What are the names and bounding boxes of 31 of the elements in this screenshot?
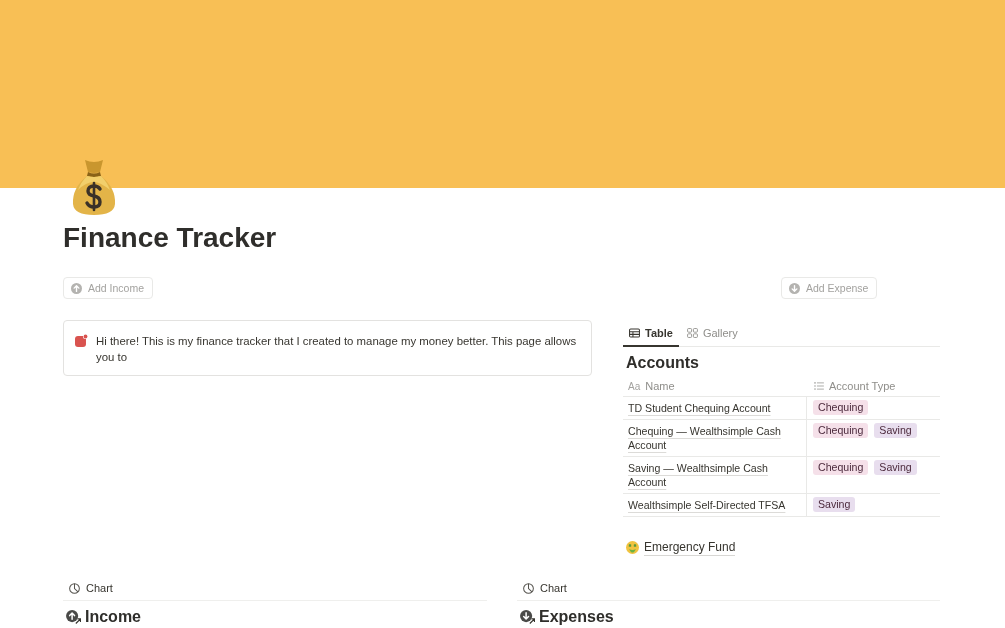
account-name-cell[interactable]: Wealthsimple Self-Directed TFSA (628, 498, 786, 512)
smiley-face-icon (626, 541, 639, 554)
callout-text: Hi there! This is my finance tracker that I created to manage my money better. This page allows you to (96, 334, 578, 365)
account-type-tag: Saving (813, 497, 856, 512)
account-type-tag: Chequing (813, 460, 869, 475)
list-icon (814, 382, 824, 390)
section-heading: Income (66, 607, 487, 626)
chart-view-tab[interactable]: Chart (63, 582, 119, 594)
emergency-fund-link[interactable]: Emergency Fund (626, 539, 736, 556)
account-name-cell[interactable]: Saving — Wealthsimple Cash Account (628, 461, 798, 489)
account-name-cell[interactable]: Chequing — Wealthsimple Cash Account (628, 424, 798, 452)
down-arrow-circle-icon (789, 282, 800, 294)
view-tab[interactable]: Table (623, 320, 679, 347)
up-arrow-circle-icon (71, 282, 82, 294)
pie-chart-icon (69, 582, 80, 594)
up-arrow-circle-link-icon (66, 609, 81, 624)
account-type-tag: Chequing (813, 400, 869, 415)
down-arrow-circle-link-icon (520, 609, 535, 624)
database-title: Accounts (626, 353, 700, 373)
money-bag-icon (72, 158, 116, 216)
page-title: Finance Tracker (63, 221, 277, 255)
table-icon (629, 327, 640, 338)
gallery-grid-icon (686, 327, 698, 338)
account-name-cell[interactable]: TD Student Chequing Account (628, 401, 771, 415)
account-type-tag: Chequing (813, 423, 869, 438)
pie-chart-icon (523, 582, 534, 594)
notification-badge-icon (75, 334, 88, 347)
account-type-tag: Saving (874, 423, 917, 438)
section-heading: Expenses (520, 607, 940, 626)
account-type-tag: Saving (874, 460, 917, 475)
chart-view-tab[interactable]: Chart (517, 582, 573, 594)
